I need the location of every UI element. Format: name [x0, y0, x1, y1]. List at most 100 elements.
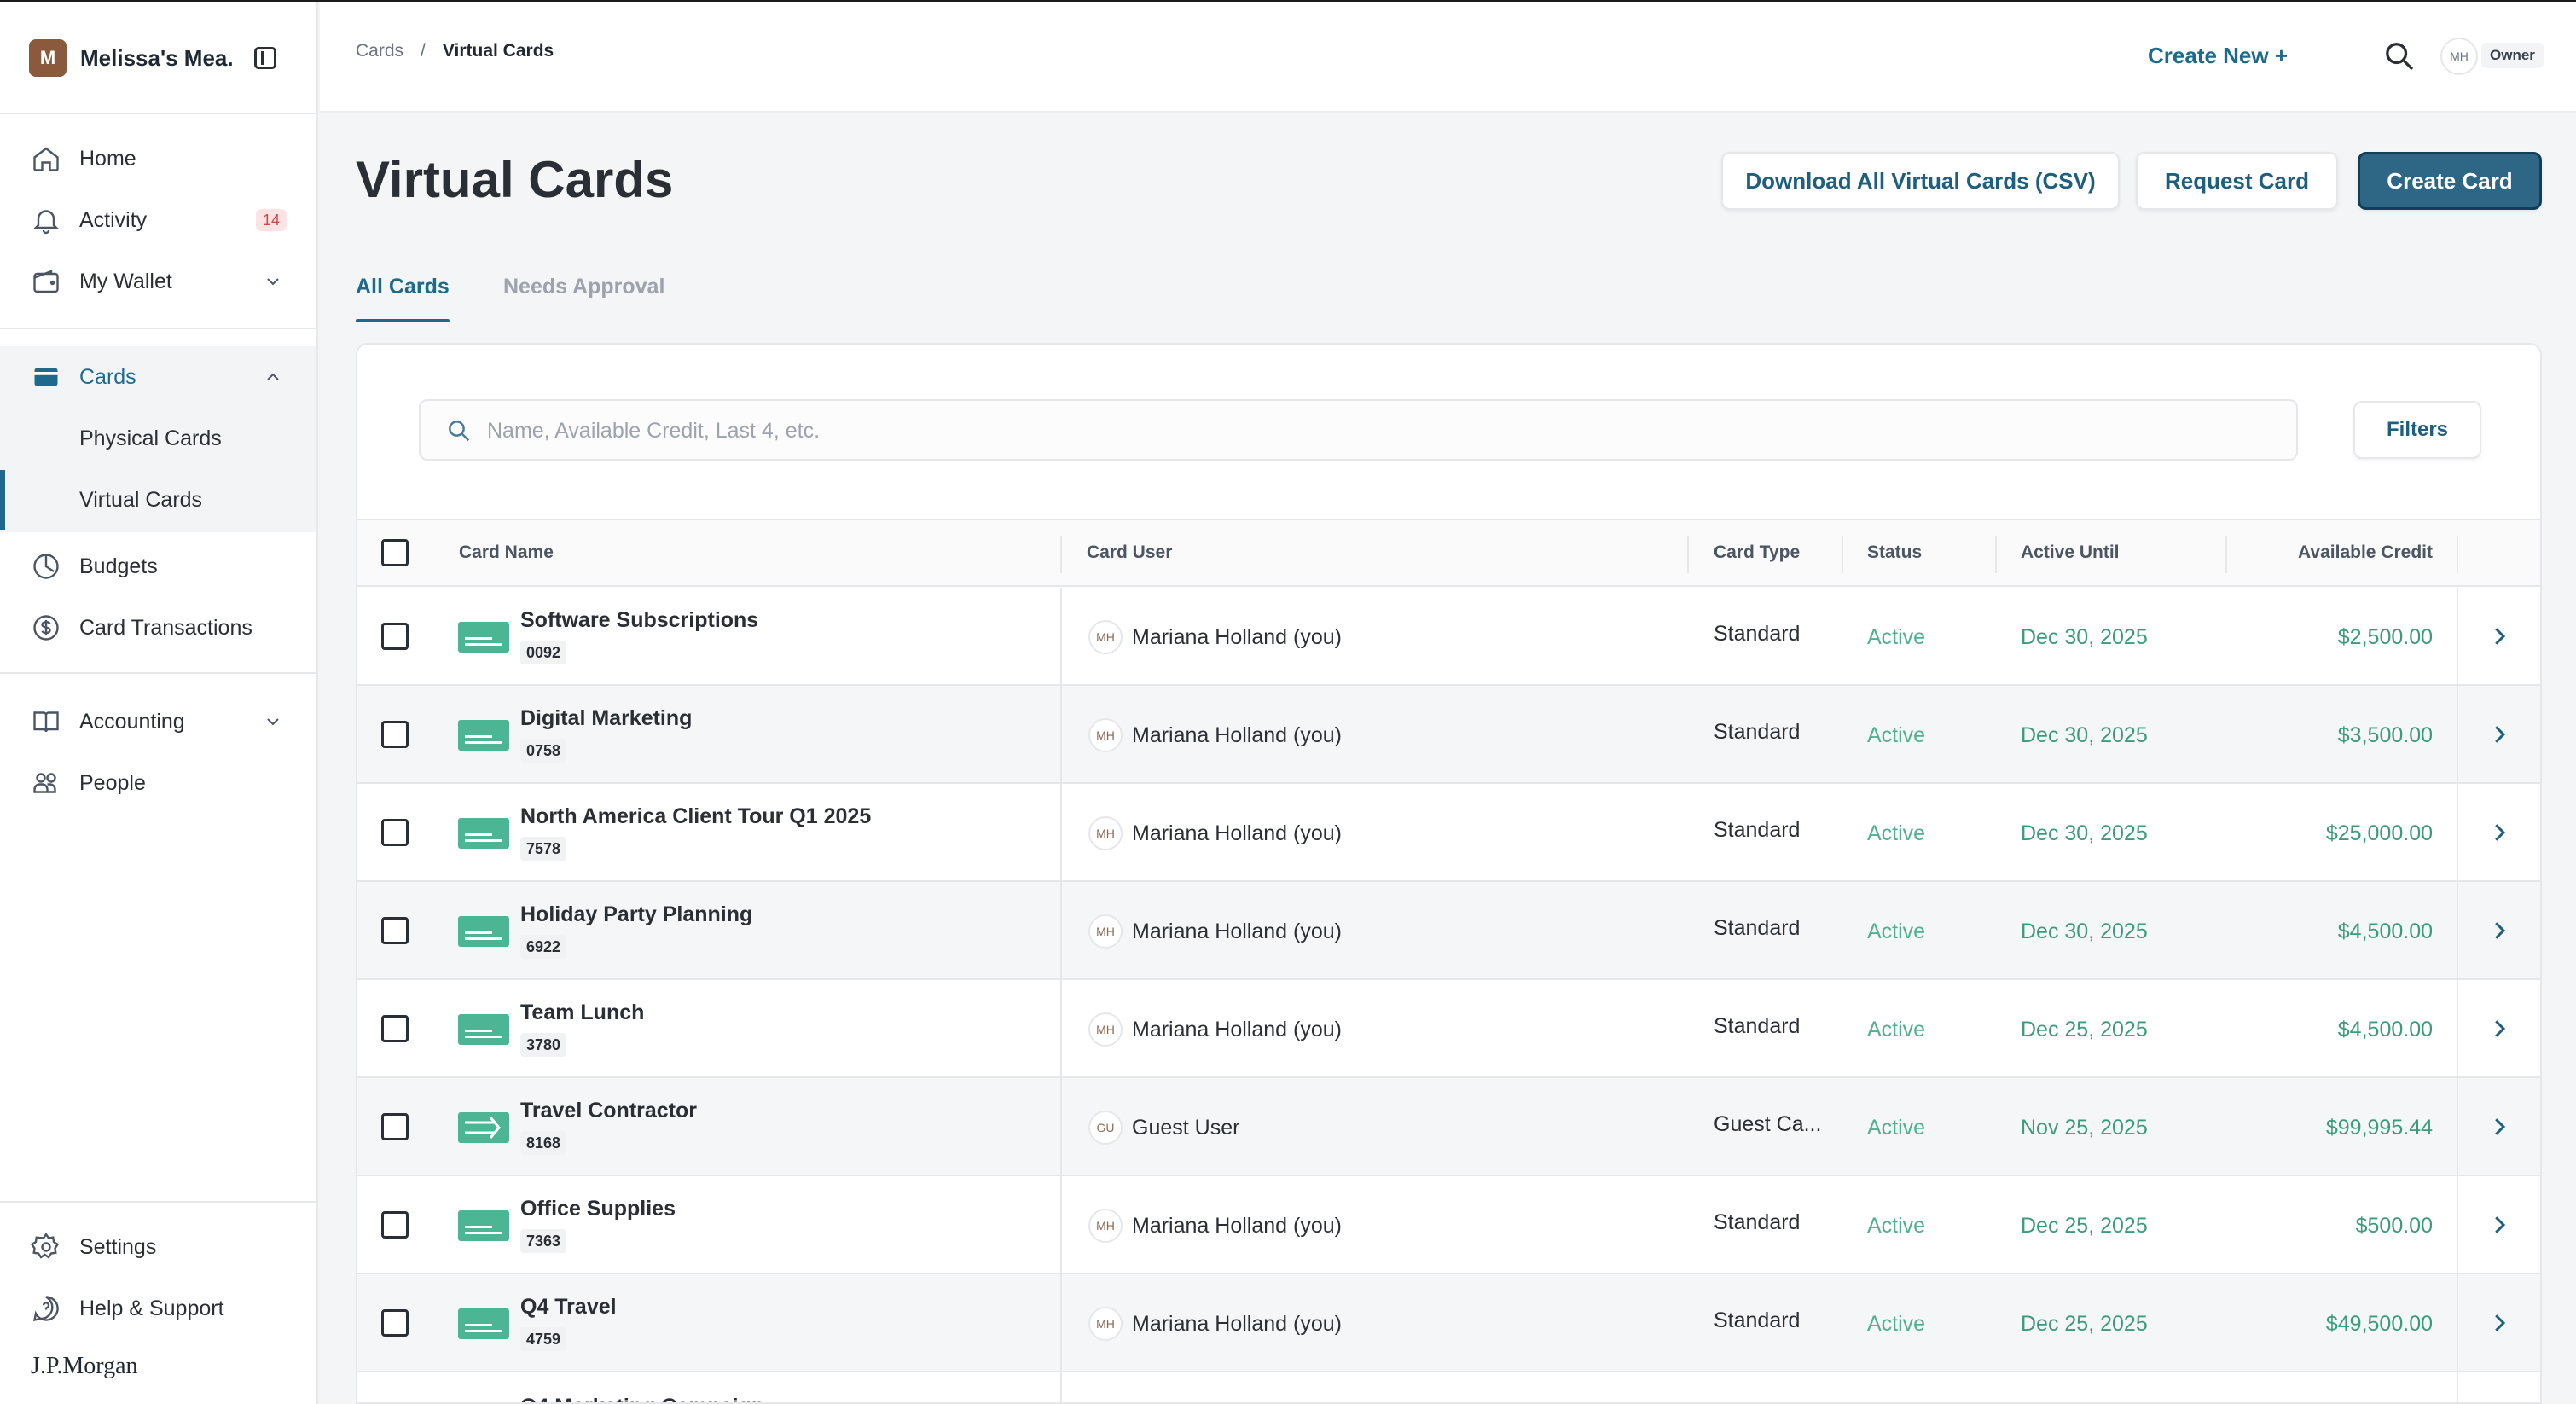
- cards-table-panel: Filters Card Name Card User Card Type St…: [356, 343, 2542, 1404]
- chevron-right-icon[interactable]: [2486, 918, 2512, 943]
- sidebar-item-budgets[interactable]: Budgets: [0, 536, 316, 597]
- row-checkbox[interactable]: [381, 1309, 409, 1337]
- table-row[interactable]: Digital Marketing 0758 MH Mariana Holland (…: [357, 686, 2540, 784]
- sidebar-item-my-wallet[interactable]: My Wallet: [0, 251, 316, 312]
- sidebar-item-activity[interactable]: Activity 14: [0, 189, 316, 251]
- row-checkbox[interactable]: [381, 917, 409, 944]
- column-separator: [1060, 1274, 1062, 1372]
- chevron-right-icon[interactable]: [2486, 1310, 2512, 1336]
- column-separator: [1060, 784, 1062, 882]
- column-header-card-type[interactable]: Card Type: [1714, 542, 1800, 563]
- table-row[interactable]: North America Client Tour Q1 2025 7578 MH M…: [357, 784, 2540, 882]
- row-checkbox[interactable]: [381, 721, 409, 748]
- column-header-card-name[interactable]: Card Name: [459, 542, 554, 563]
- table-row[interactable]: Q4 Marketing Campaign: [357, 1372, 2540, 1402]
- create-card-button[interactable]: Create Card: [2358, 152, 2542, 210]
- chevron-down-icon[interactable]: [263, 711, 283, 732]
- available-credit: $4,500.00: [2337, 1018, 2433, 1041]
- chevron-right-icon[interactable]: [2486, 1212, 2512, 1238]
- sidebar-item-label: Physical Cards: [79, 426, 222, 450]
- card-name: North America Client Tour Q1 2025: [520, 804, 872, 828]
- table-row[interactable]: Software Subscriptions 0092 MH Mariana Holl…: [357, 588, 2540, 686]
- sidebar-item-label: Activity: [79, 207, 148, 232]
- column-separator: [2457, 980, 2458, 1078]
- card-type: Standard: [1714, 622, 1801, 646]
- search-input[interactable]: [487, 413, 2278, 449]
- sidebar-item-settings[interactable]: Settings: [0, 1216, 316, 1278]
- card-type: Guest Ca...: [1714, 1112, 1822, 1136]
- sidebar-divider: [0, 1201, 318, 1203]
- sidebar-item-card-transactions[interactable]: Card Transactions: [0, 597, 316, 658]
- table-row[interactable]: Team Lunch 3780 MH Mariana Holland (you) Sta…: [357, 980, 2540, 1078]
- status-badge: Active: [1867, 1214, 1926, 1238]
- request-card-button[interactable]: Request Card: [2136, 152, 2338, 210]
- card-last4: 4759: [520, 1327, 567, 1351]
- column-separator: [2457, 686, 2458, 784]
- select-all-checkbox[interactable]: [381, 539, 409, 566]
- table-row[interactable]: Q4 Travel 4759 MH Mariana Holland (you) Stan…: [357, 1274, 2540, 1372]
- row-checkbox[interactable]: [381, 1211, 409, 1239]
- workspace-switcher[interactable]: M Melissa's Mea...: [29, 39, 285, 77]
- chevron-right-icon[interactable]: [2486, 722, 2512, 747]
- chevron-right-icon[interactable]: [2486, 624, 2512, 649]
- tab-needs-approval[interactable]: Needs Approval: [503, 275, 664, 299]
- card-user: Mariana Holland (you): [1132, 1214, 1342, 1238]
- home-icon: [33, 147, 59, 171]
- card-name: Team Lunch: [520, 1001, 645, 1024]
- sidebar-item-label: Settings: [79, 1234, 157, 1259]
- user-avatar: MH: [1088, 816, 1123, 850]
- sidebar-item-virtual-cards[interactable]: Virtual Cards: [0, 469, 316, 531]
- active-tab-indicator: [356, 319, 450, 322]
- row-checkbox[interactable]: [381, 819, 409, 846]
- download-csv-button[interactable]: Download All Virtual Cards (CSV): [1721, 152, 2120, 210]
- column-separator: [1842, 536, 1843, 573]
- table-row[interactable]: Travel Contractor 8168 GU Guest User Guest C…: [357, 1078, 2540, 1176]
- chevron-down-icon[interactable]: [263, 271, 283, 292]
- row-checkbox[interactable]: [381, 1015, 409, 1042]
- table-row[interactable]: Office Supplies 7363 MH Mariana Holland (yo…: [357, 1176, 2540, 1274]
- row-checkbox[interactable]: [381, 623, 409, 650]
- sidebar-item-cards[interactable]: Cards: [0, 346, 316, 408]
- search-icon[interactable]: [2382, 39, 2416, 73]
- status-badge: Active: [1867, 920, 1926, 943]
- column-separator: [2457, 1078, 2458, 1176]
- chevron-right-icon[interactable]: [2486, 820, 2512, 845]
- column-header-status[interactable]: Status: [1867, 542, 1922, 563]
- chevron-right-icon[interactable]: [2486, 1016, 2512, 1041]
- active-until: Dec 30, 2025: [2021, 821, 2148, 845]
- sidebar-divider: [0, 113, 318, 114]
- column-separator: [2457, 588, 2458, 686]
- breadcrumb: Cards / Virtual Cards: [356, 41, 554, 61]
- tab-all-cards[interactable]: All Cards: [356, 275, 450, 299]
- search-field[interactable]: [419, 399, 2298, 461]
- create-new-button[interactable]: Create New +: [2148, 43, 2288, 69]
- column-header-active-until[interactable]: Active Until: [2021, 542, 2120, 563]
- sidebar-item-people[interactable]: People: [0, 752, 316, 814]
- user-avatar: MH: [1088, 1012, 1123, 1047]
- card-last4: 7578: [520, 837, 567, 861]
- filters-button[interactable]: Filters: [2353, 401, 2481, 459]
- sidebar-toggle-icon[interactable]: [254, 47, 276, 69]
- active-until: Dec 30, 2025: [2021, 920, 2148, 943]
- row-checkbox[interactable]: [381, 1113, 409, 1140]
- chevron-up-icon[interactable]: [263, 367, 283, 387]
- sidebar-item-home[interactable]: Home: [0, 128, 316, 189]
- active-until: Dec 25, 2025: [2021, 1312, 2148, 1336]
- help-chat-icon: [32, 1296, 59, 1322]
- breadcrumb-cards-link[interactable]: Cards: [356, 41, 403, 61]
- table-row[interactable]: Holiday Party Planning 6922 MH Mariana Holl…: [357, 882, 2540, 980]
- column-separator: [1995, 536, 1997, 573]
- avatar[interactable]: MH: [2440, 38, 2478, 75]
- top-bar: Cards / Virtual Cards Create New + MH Ow…: [320, 2, 2576, 113]
- available-credit: $500.00: [2355, 1214, 2433, 1238]
- sidebar-item-physical-cards[interactable]: Physical Cards: [0, 408, 316, 469]
- card-type: Standard: [1714, 1308, 1801, 1332]
- status-badge: Active: [1867, 625, 1926, 649]
- column-header-card-user[interactable]: Card User: [1087, 542, 1172, 563]
- column-header-available-credit[interactable]: Available Credit: [2298, 542, 2433, 563]
- card-icon: [458, 1210, 509, 1241]
- sidebar-item-accounting[interactable]: Accounting: [0, 691, 316, 752]
- chevron-right-icon[interactable]: [2486, 1114, 2512, 1140]
- guest-card-icon: [458, 1112, 509, 1143]
- sidebar-item-help-support[interactable]: Help & Support: [0, 1278, 316, 1339]
